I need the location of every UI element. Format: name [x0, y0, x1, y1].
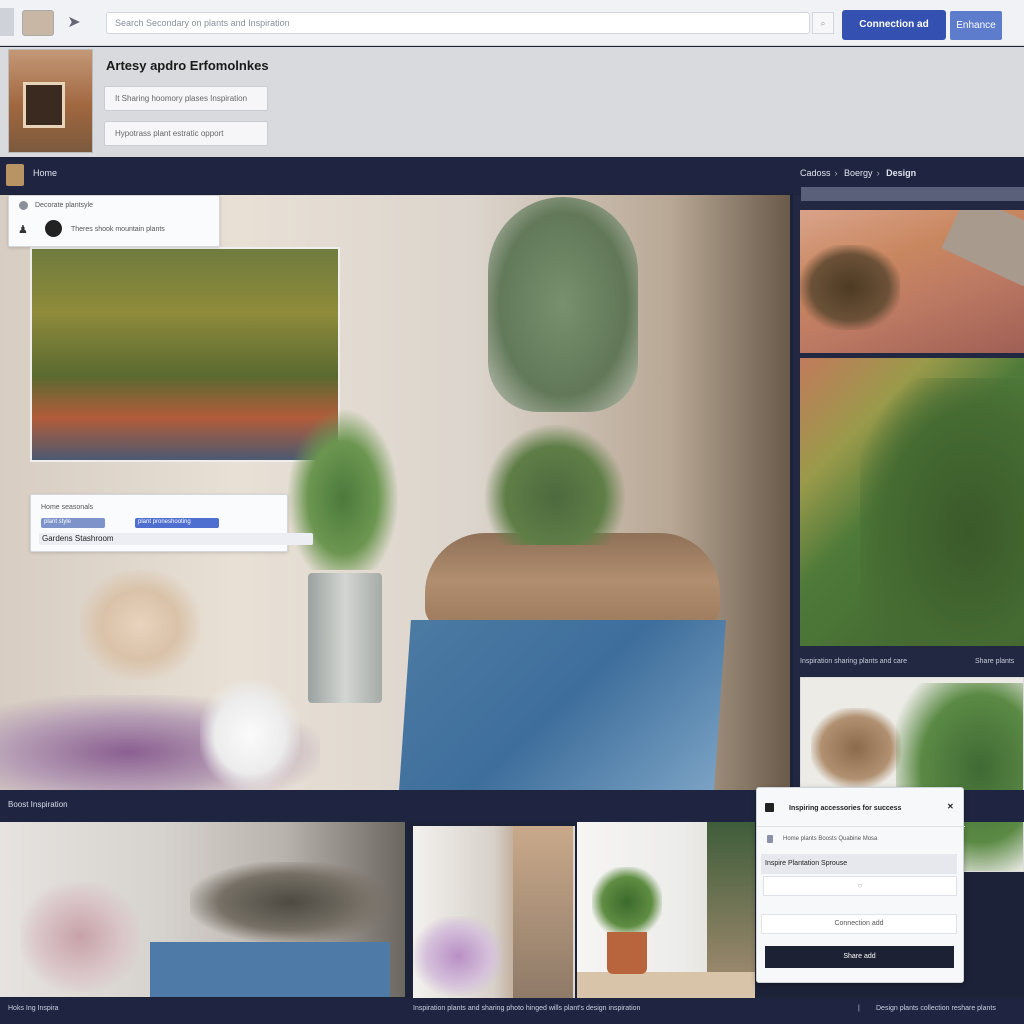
popover-input[interactable]: ○ [763, 876, 957, 896]
window-shape [23, 82, 65, 128]
blue-planter [399, 620, 726, 790]
enhance-button[interactable]: Enhance [950, 11, 1002, 40]
share-icon[interactable]: ➤ [64, 14, 84, 32]
dried-plant [800, 245, 900, 330]
active-thumbnail[interactable] [22, 10, 54, 36]
tag-chip[interactable]: plant style [41, 518, 105, 528]
collapsed-thumbnail[interactable] [0, 8, 14, 36]
wood-panel [513, 826, 573, 998]
hero-image[interactable] [0, 195, 790, 790]
square-icon [765, 803, 774, 812]
gallery-label: Boost Inspiration [8, 800, 68, 809]
breadcrumb: Cadoss › Boergy › Design [800, 168, 917, 178]
user-icon: ♟ [18, 224, 28, 236]
sidebar-image-hedge[interactable] [800, 358, 1024, 646]
card-label: Home seasonals [41, 504, 94, 511]
cactus-plant [488, 197, 638, 412]
nav-home-link[interactable]: Home [33, 168, 57, 178]
wood-floor [577, 972, 755, 998]
status-dot-icon [19, 201, 28, 210]
avatar[interactable] [45, 220, 62, 237]
gallery-image-living-room[interactable] [0, 822, 405, 997]
purple-flowers [413, 916, 503, 996]
popover-option[interactable]: Home plants Boosts Quabine Mosa [783, 836, 877, 842]
search-input[interactable]: Search Secondary on plants and Inspirati… [106, 12, 810, 34]
blurred-person [80, 570, 200, 680]
agave-plant [485, 425, 625, 545]
divider [757, 826, 965, 827]
footer-link[interactable]: Design plants collection reshare plants [876, 1005, 996, 1012]
potted-plant [288, 410, 398, 570]
shelf-decor [811, 708, 901, 788]
plant-style-card[interactable]: Decorate plantsyle ♟ Theres shook mounta… [8, 195, 220, 247]
tag-chip[interactable]: plant proneshooting [135, 518, 219, 528]
sidebar-image-patio[interactable] [800, 210, 1024, 353]
tag-icon [767, 835, 773, 843]
sidebar-caption: Inspiration sharing plants and care [800, 658, 908, 665]
potted-shrub [592, 867, 662, 937]
blurred-cushion [200, 680, 300, 790]
breadcrumb-item[interactable]: Cadoss [800, 168, 831, 178]
seasonal-tags-card[interactable]: Home seasonals plant style plant pronesh… [30, 494, 313, 552]
breadcrumb-item[interactable]: Boergy [844, 168, 873, 178]
page-title: Artesy apdro Erfomolnkes [106, 58, 269, 73]
header-field-plant[interactable]: Hypotrass plant estratic opport [104, 121, 268, 146]
popover-title: Inspiring accessories for success [789, 805, 902, 812]
blue-planter [150, 942, 390, 997]
search-icon[interactable]: ⌕ [812, 12, 834, 34]
glass-vase [308, 573, 382, 703]
popover-option-selected[interactable]: Inspire Plantation Sprouse [761, 854, 957, 874]
footer-link[interactable]: Hoks Ing Inspira [8, 1005, 59, 1012]
breadcrumb-current: Design [886, 168, 917, 178]
sidebar-share-link[interactable]: Share plants [975, 658, 1014, 665]
sidebar-header-strip [801, 187, 1024, 201]
card-label: Theres shook mountain plants [71, 226, 165, 233]
shrub-shape [860, 378, 1024, 646]
connection-add-button[interactable]: Connection add [761, 914, 957, 934]
gardens-row[interactable]: Gardens Stashroom [39, 533, 313, 545]
room-thumbnail-image[interactable] [8, 49, 93, 153]
share-popover: Inspiring accessories for success ✕ Home… [756, 787, 965, 983]
share-add-button[interactable]: Share add [765, 946, 954, 968]
woven-basket [425, 533, 720, 628]
connect-button[interactable]: Connection ad [842, 10, 946, 40]
blurred-furniture [190, 862, 390, 942]
card-label: Decorate plantsyle [35, 202, 93, 209]
stone-shape [941, 210, 1024, 287]
avatar[interactable] [6, 164, 24, 186]
blurred-flowers [20, 882, 140, 992]
close-icon[interactable]: ✕ [947, 802, 954, 811]
gallery-image-doorway[interactable] [413, 826, 575, 998]
footer-separator: | [858, 1005, 860, 1012]
terracotta-pot [607, 932, 647, 974]
header-field-sharing[interactable]: It Sharing hoomory plases Inspiration [104, 86, 268, 111]
gallery-image-potted-plant[interactable] [577, 822, 755, 998]
footer-text: Inspiration plants and sharing photo hin… [413, 1005, 641, 1012]
